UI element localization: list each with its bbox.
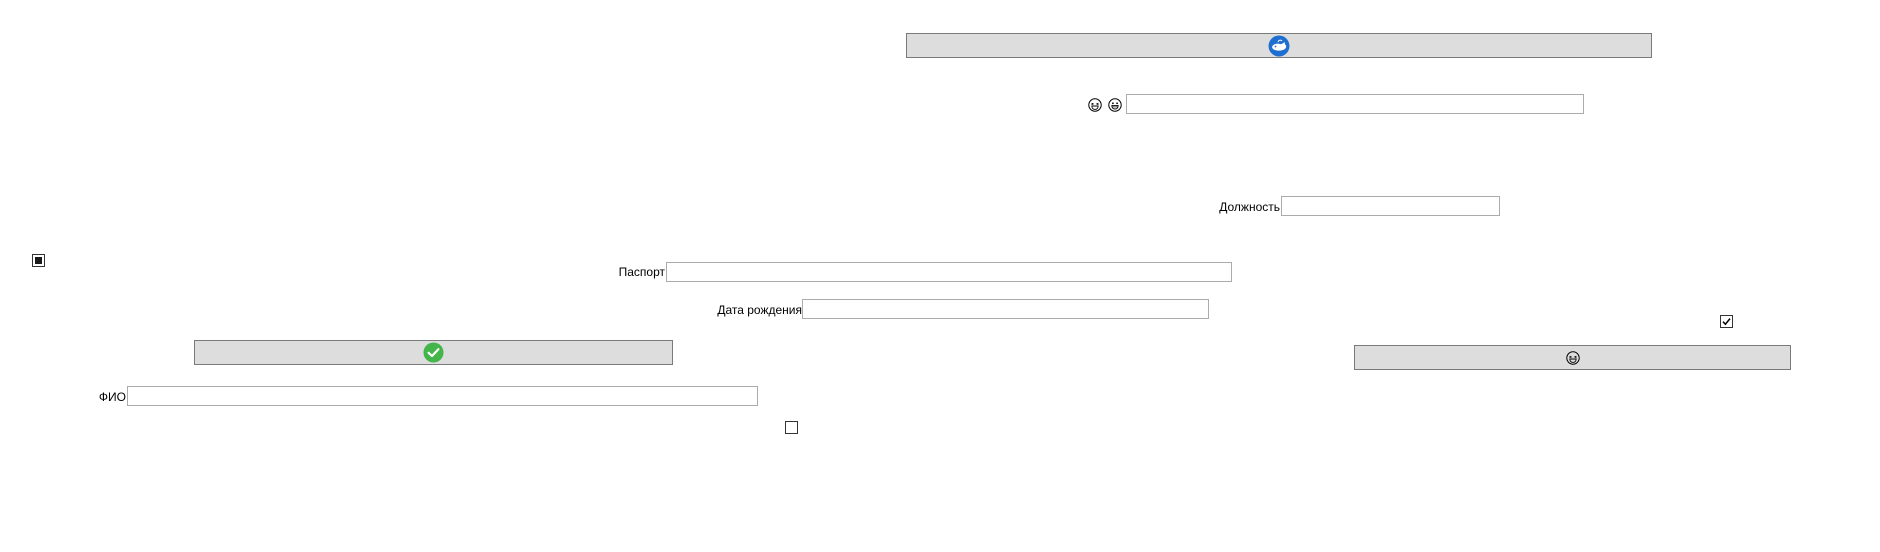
emoji-field[interactable] [1126, 94, 1584, 114]
birth-date-label: Дата рождения [717, 303, 802, 317]
emoji-button[interactable] [1354, 345, 1791, 370]
checkbox-indeterminate[interactable] [32, 254, 45, 267]
birth-date-field[interactable] [802, 299, 1209, 319]
full-name-field[interactable] [127, 386, 758, 406]
position-field[interactable] [1281, 196, 1500, 216]
position-label: Должность [1219, 200, 1280, 214]
full-name-label: ФИО [98, 390, 126, 404]
laughing-face-icon [1565, 350, 1580, 365]
passport-field[interactable] [666, 262, 1232, 282]
top-icon-button[interactable] [906, 33, 1652, 58]
checkbox-checked[interactable] [1720, 315, 1733, 328]
passport-label: Паспорт [618, 265, 665, 279]
laughing-face-icon [1088, 98, 1102, 112]
grinning-face-icon [1108, 98, 1122, 112]
whale-icon [1268, 35, 1290, 57]
checkbox-unchecked[interactable] [785, 421, 798, 434]
check-circle-icon [423, 342, 444, 363]
confirm-button[interactable] [194, 340, 673, 365]
